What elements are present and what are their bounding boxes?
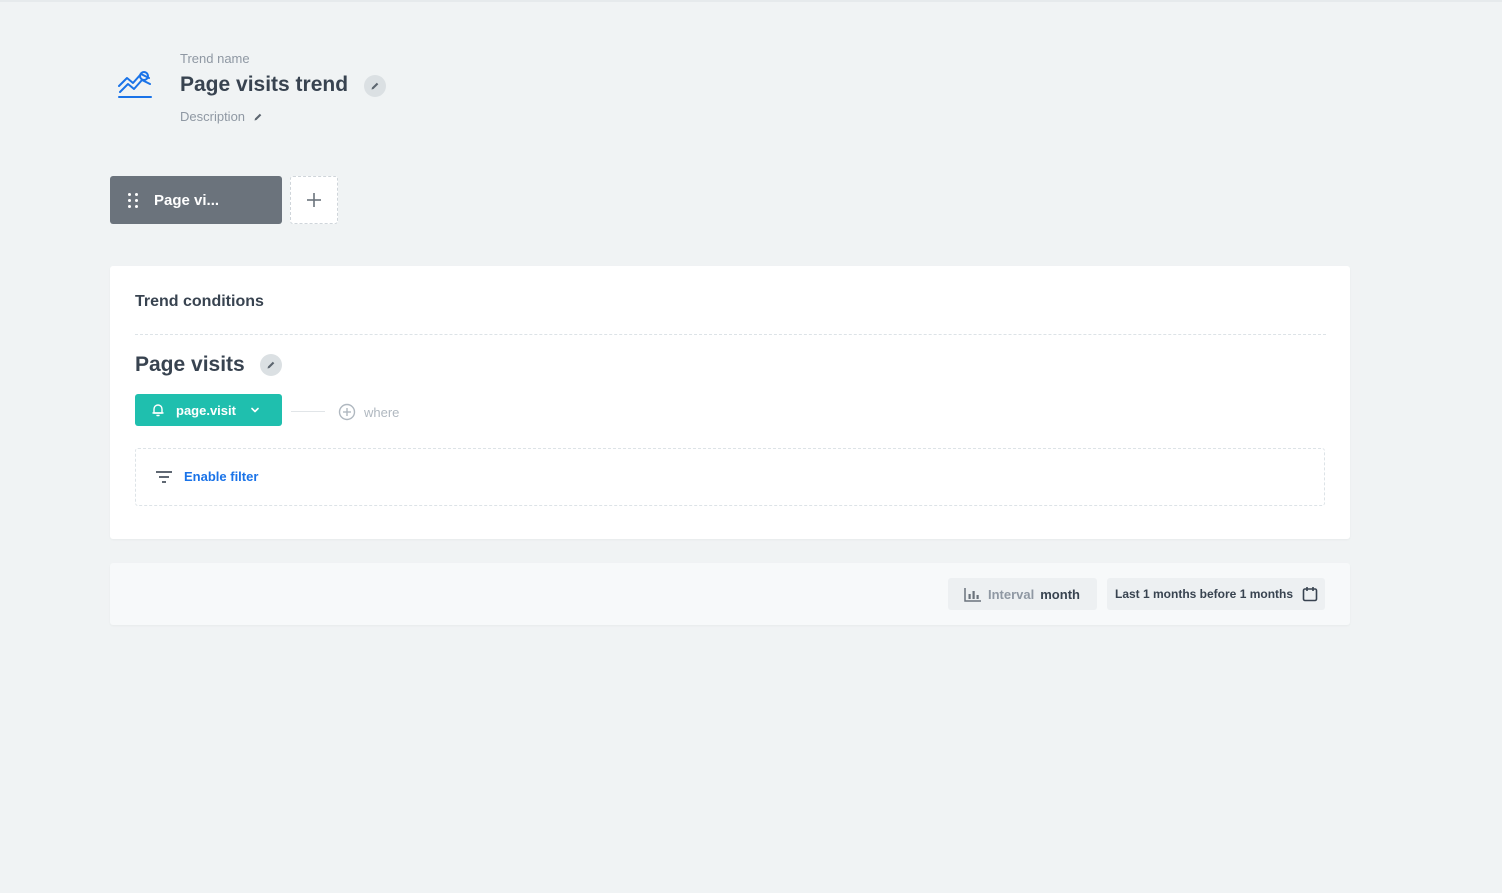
filter-box: Enable filter	[135, 448, 1325, 506]
connector-line	[291, 411, 325, 412]
pencil-icon	[267, 361, 275, 369]
enable-filter-button[interactable]: Enable filter	[155, 469, 258, 484]
settings-bar: Interval month Last 1 months before 1 mo…	[110, 563, 1350, 625]
pencil-icon	[371, 82, 379, 90]
trend-name-label: Trend name	[180, 51, 250, 66]
step-tab-page-visits[interactable]: Page vi...	[110, 176, 282, 224]
interval-label: Interval	[988, 586, 1035, 602]
date-range-button[interactable]: Last 1 months before 1 months	[1107, 578, 1325, 610]
bar-chart-icon	[964, 588, 981, 602]
event-select-button[interactable]: page.visit	[135, 394, 282, 426]
drag-handle-icon[interactable]	[128, 192, 139, 208]
plus-icon	[307, 193, 321, 207]
trend-chart-icon	[116, 66, 156, 102]
trend-conditions-card: Trend conditions Page visits page.visit	[110, 266, 1350, 539]
step-tab-label: Page vi...	[154, 191, 220, 209]
enable-filter-label: Enable filter	[184, 469, 259, 484]
card-title: Trend conditions	[135, 293, 264, 310]
edit-condition-button[interactable]	[260, 354, 282, 376]
filter-icon	[156, 470, 172, 483]
divider	[135, 334, 1326, 335]
interval-value: month	[1040, 586, 1080, 602]
event-label: page.visit	[176, 402, 236, 418]
top-divider	[0, 0, 1502, 2]
pencil-icon	[254, 113, 262, 120]
add-step-button[interactable]	[290, 176, 338, 224]
description-label: Description	[180, 109, 246, 124]
plus-circle-icon	[338, 403, 356, 421]
add-where-button[interactable]: where	[338, 403, 399, 421]
condition-name[interactable]: Page visits	[135, 353, 245, 377]
description-field[interactable]: Description	[180, 109, 263, 124]
chevron-down-icon	[250, 405, 260, 415]
trend-name-title[interactable]: Page visits trend	[180, 73, 348, 97]
interval-button[interactable]: Interval month	[948, 578, 1097, 610]
where-label: where	[364, 404, 400, 420]
bell-icon	[152, 403, 164, 417]
edit-name-button[interactable]	[364, 75, 386, 97]
date-range-label: Last 1 months before 1 months	[1115, 587, 1294, 601]
calendar-icon	[1302, 587, 1318, 602]
